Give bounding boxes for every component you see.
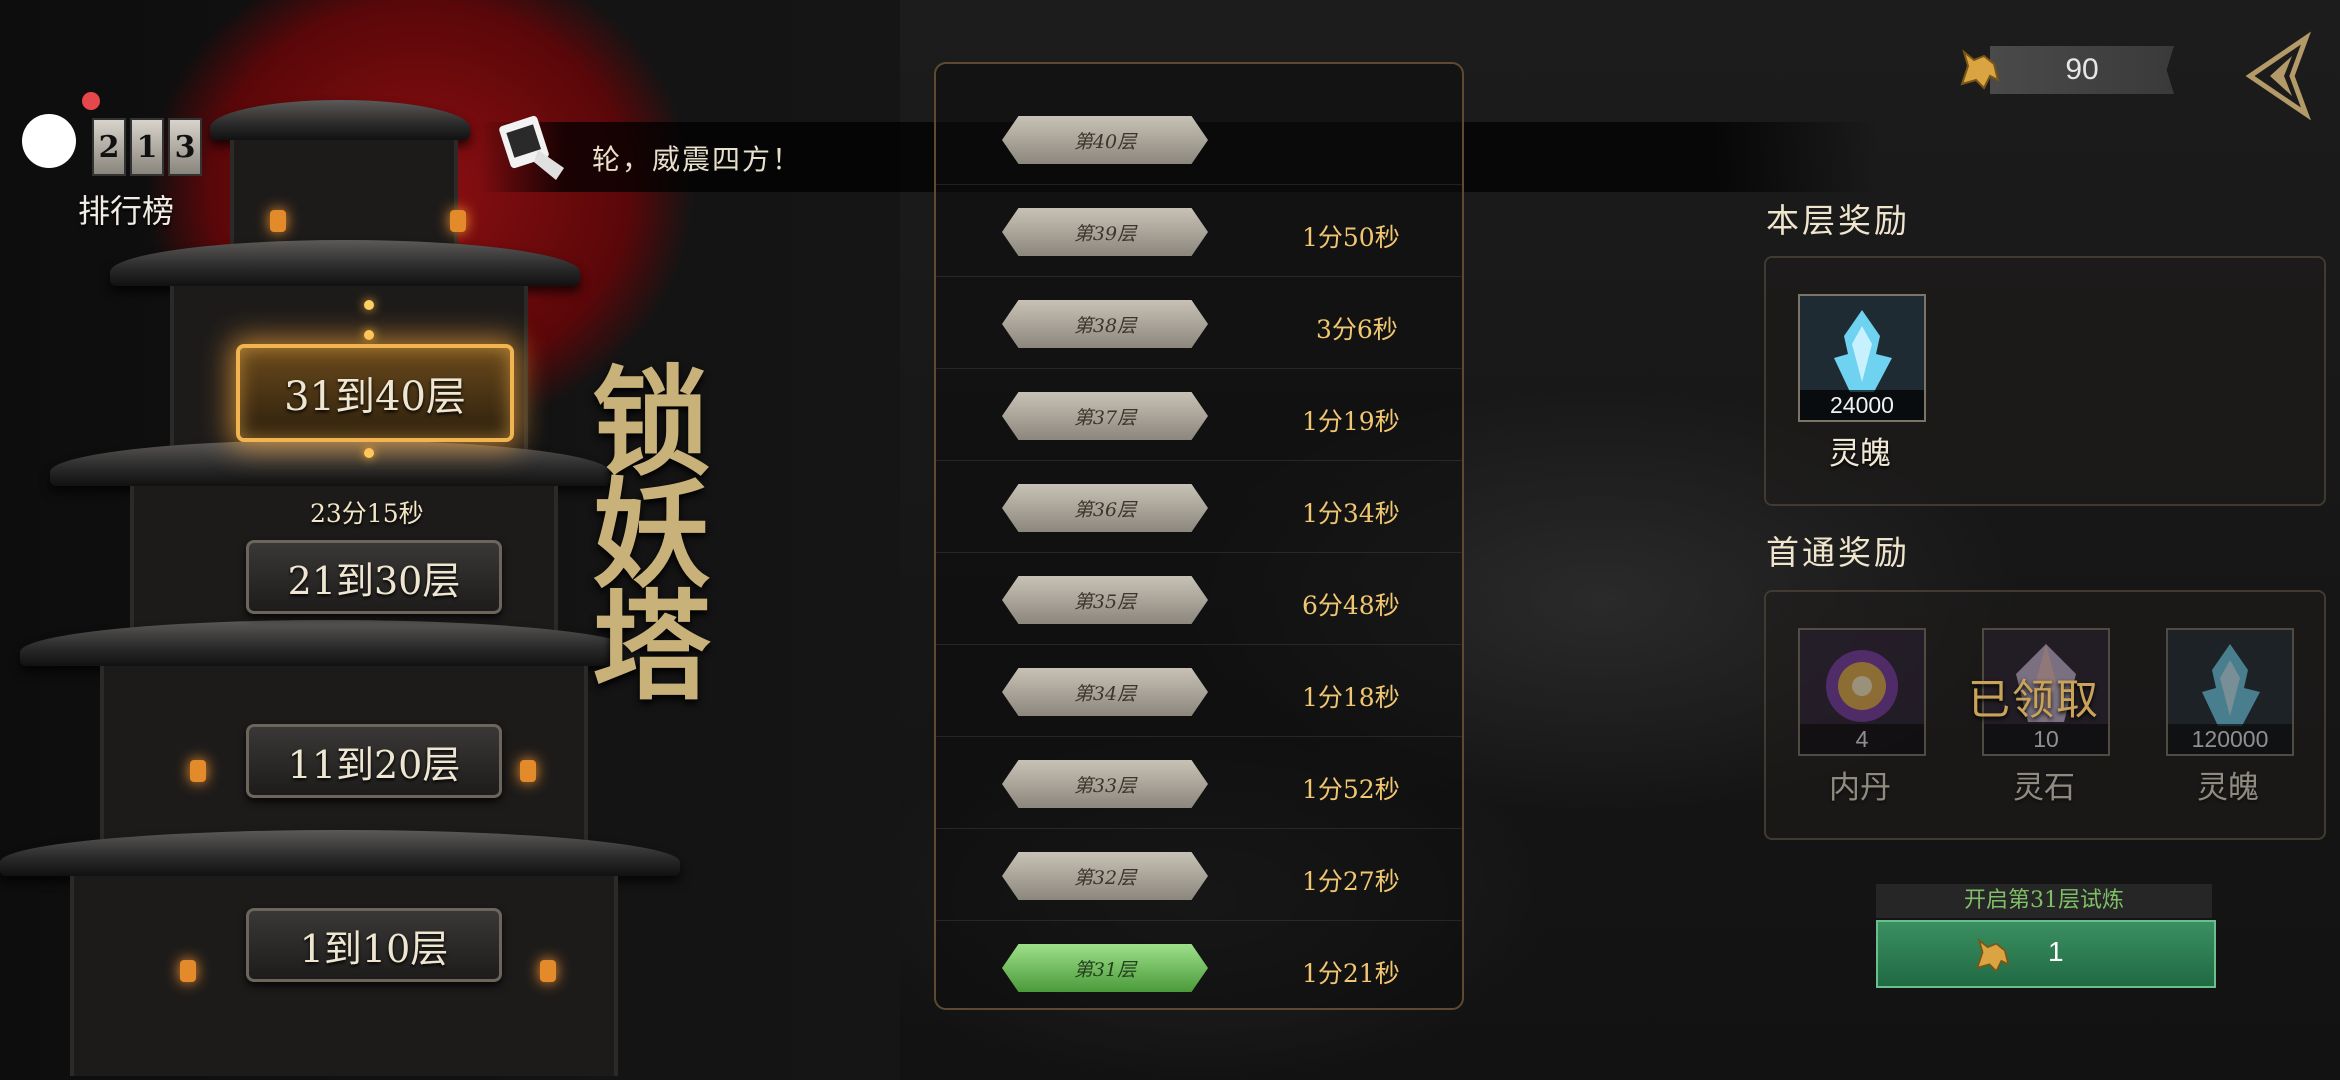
reward-item[interactable]: 24000 xyxy=(1798,294,1926,422)
podium-icon: 2 1 3 xyxy=(92,118,202,176)
reward-item[interactable]: 4 xyxy=(1798,628,1926,756)
floor-clear-time: 1分19秒 xyxy=(1302,407,1400,436)
tower-calligraphy: 锁妖塔 xyxy=(572,360,711,696)
floor-reward-title: 本层奖励 xyxy=(1766,201,1910,240)
floor-label: 第34层 xyxy=(1002,668,1208,716)
back-button[interactable] xyxy=(2236,30,2316,120)
reward-name: 灵石 xyxy=(2013,770,2075,806)
floor-label: 第37层 xyxy=(1002,392,1208,440)
section-button-1-10[interactable]: 1到10层 xyxy=(246,908,502,982)
floor-row[interactable]: 第32层 1分27秒 xyxy=(936,832,1462,921)
floor-row[interactable]: 第36层 1分34秒 xyxy=(936,464,1462,553)
section-button-11-20[interactable]: 11到20层 xyxy=(246,724,502,798)
floor-clear-time: 6分48秒 xyxy=(1302,591,1400,620)
notification-dot xyxy=(82,92,100,110)
section-button-31-40[interactable]: 31到40层 xyxy=(236,344,514,442)
floor-label: 第33层 xyxy=(1002,760,1208,808)
reward-item[interactable]: 120000 xyxy=(2166,628,2294,756)
floor-clear-time: 1分18秒 xyxy=(1302,683,1400,712)
floor-row-current[interactable]: 第31层 1分21秒 xyxy=(936,924,1462,1012)
floor-row[interactable]: 第35层 6分48秒 xyxy=(936,556,1462,645)
floor-label: 第36层 xyxy=(1002,484,1208,532)
lantern-icon xyxy=(540,960,556,982)
floor-row[interactable]: 第33层 1分52秒 xyxy=(936,740,1462,829)
podium-digit: 2 xyxy=(92,118,126,176)
lantern-icon xyxy=(520,760,536,782)
floor-label: 第38层 xyxy=(1002,300,1208,348)
floor-label: 第40层 xyxy=(1002,116,1208,164)
floor-list-panel: 第40层 第39层 1分50秒 第38层 3分6秒 第37层 1分19秒 第36… xyxy=(934,62,1464,1010)
floor-row[interactable]: 第38层 3分6秒 xyxy=(936,280,1462,369)
golden-beast-icon xyxy=(1976,937,2010,973)
section-clear-time: 23分15秒 xyxy=(310,499,424,528)
first-clear-reward-title: 首通奖励 xyxy=(1766,533,1910,572)
tower-tier xyxy=(230,140,458,250)
tower-roof xyxy=(110,240,580,286)
start-trial-cost: 1 xyxy=(2048,936,2064,967)
tower-roof xyxy=(210,100,470,140)
reward-qty: 24000 xyxy=(1800,390,1924,420)
golden-beast-icon xyxy=(1960,49,2000,90)
lantern-icon xyxy=(180,960,196,982)
floor-label: 第35层 xyxy=(1002,576,1208,624)
floor-clear-time: 1分21秒 xyxy=(1302,959,1400,988)
reward-qty: 4 xyxy=(1800,724,1924,754)
ranking-label: 排行榜 xyxy=(78,192,175,230)
ranking-button[interactable]: 2 1 3 排行榜 xyxy=(20,86,202,236)
reward-name: 内丹 xyxy=(1829,770,1891,806)
glow-particle xyxy=(364,300,374,310)
glow-particle xyxy=(364,448,374,458)
floor-row[interactable]: 第40层 xyxy=(936,96,1462,185)
floor-label: 第39层 xyxy=(1002,208,1208,256)
lantern-icon xyxy=(270,210,286,232)
avatar xyxy=(22,114,76,168)
reward-qty: 120000 xyxy=(2168,724,2292,754)
reward-qty: 10 xyxy=(1984,724,2108,754)
floor-label: 第31层 xyxy=(1002,944,1208,992)
floor-clear-time: 3分6秒 xyxy=(1316,315,1398,344)
start-trial-button[interactable]: 1 xyxy=(1876,920,2216,988)
reward-name: 灵魄 xyxy=(1829,436,1891,472)
floor-row[interactable]: 第39层 1分50秒 xyxy=(936,188,1462,277)
floor-label: 第32层 xyxy=(1002,852,1208,900)
currency-counter: 90 xyxy=(1990,46,2174,94)
podium-digit: 3 xyxy=(168,118,202,176)
start-trial-label: 开启第31层试炼 xyxy=(1876,884,2212,918)
floor-reward-box: 24000 灵魄 xyxy=(1764,256,2326,506)
claimed-stamp: 已领取 xyxy=(1968,675,2101,724)
lantern-icon xyxy=(190,760,206,782)
glow-particle xyxy=(364,330,374,340)
floor-clear-time: 1分27秒 xyxy=(1302,867,1400,896)
floor-clear-time: 1分52秒 xyxy=(1302,775,1400,804)
podium-digit: 1 xyxy=(130,118,164,176)
announcement-text: 轮，威震四方！ xyxy=(592,143,803,176)
section-button-21-30[interactable]: 21到30层 xyxy=(246,540,502,614)
reward-name: 灵魄 xyxy=(2197,770,2259,806)
floor-clear-time: 1分34秒 xyxy=(1302,499,1400,528)
floor-row[interactable]: 第37层 1分19秒 xyxy=(936,372,1462,461)
megaphone-icon xyxy=(499,115,564,180)
floor-row[interactable]: 第34层 1分18秒 xyxy=(936,648,1462,737)
floor-clear-time: 1分50秒 xyxy=(1302,223,1400,252)
lantern-icon xyxy=(450,210,466,232)
